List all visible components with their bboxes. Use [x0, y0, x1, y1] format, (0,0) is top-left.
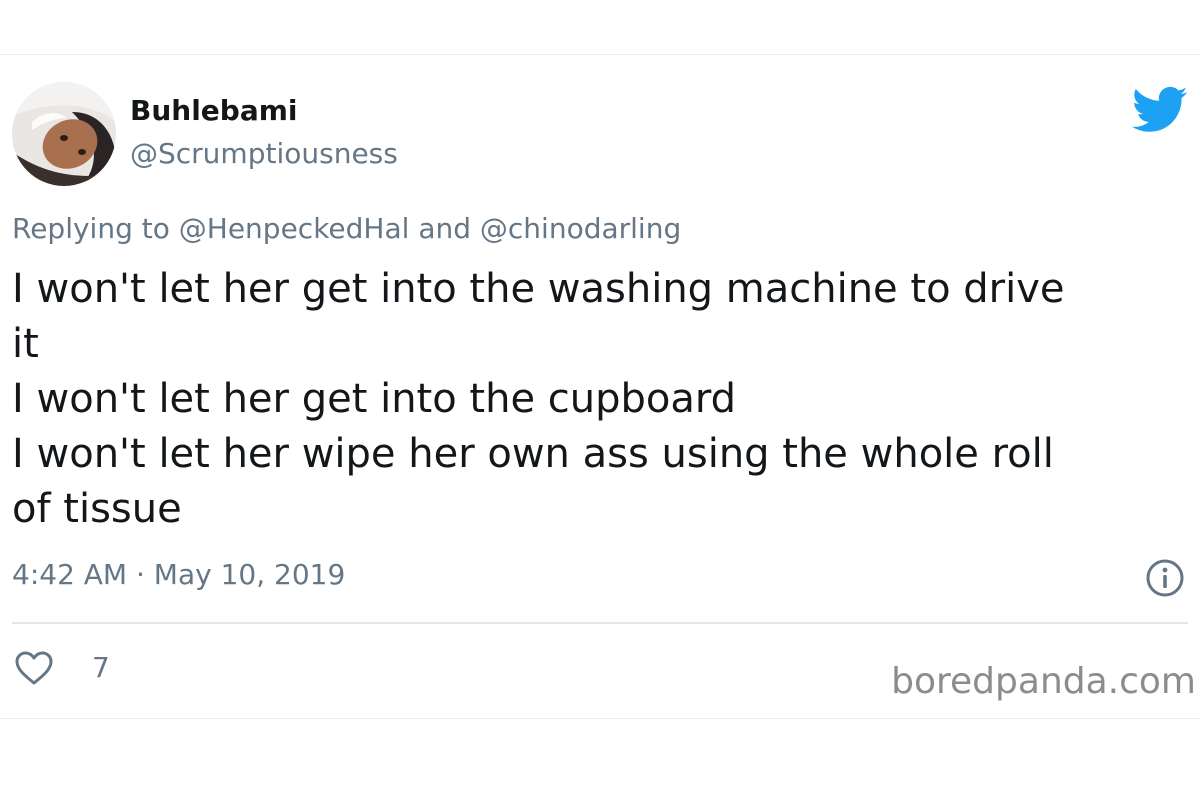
mention-link-chinodarling[interactable]: @chinodarling — [480, 212, 681, 245]
tweet-text: I won't let her get into the washing mac… — [12, 262, 1182, 537]
avatar[interactable] — [12, 82, 116, 186]
tweet-text-line: I won't let her get into the cupboard — [12, 376, 737, 422]
top-border — [0, 54, 1200, 55]
author-handle[interactable]: @Scrumptiousness — [130, 137, 398, 171]
like-button[interactable]: 7 — [14, 648, 110, 688]
mention-link-henpeckedhal[interactable]: @HenpeckedHal — [179, 212, 410, 245]
info-icon[interactable] — [1145, 558, 1185, 598]
author-display-name[interactable]: Buhlebami — [130, 94, 298, 128]
bottom-border — [0, 718, 1200, 719]
tweet-text-line: it — [12, 321, 39, 367]
action-divider — [12, 622, 1188, 624]
watermark: boredpanda.com — [891, 661, 1196, 702]
replying-to-label: Replying to — [12, 212, 170, 245]
tweet-text-line: I won't let her wipe her own ass using t… — [12, 431, 1054, 477]
tweet-text-line: I won't let her get into the washing mac… — [12, 266, 1065, 312]
tweet-timestamp[interactable]: 4:42 AM · May 10, 2019 — [12, 558, 345, 592]
avatar-image — [12, 82, 116, 186]
replying-to-line: Replying to @HenpeckedHal and @chinodarl… — [12, 212, 681, 246]
replying-to-joiner: and — [418, 212, 471, 245]
tweet-text-line: of tissue — [12, 486, 182, 532]
like-count: 7 — [92, 651, 110, 684]
heart-icon — [15, 651, 53, 685]
twitter-bird-icon[interactable] — [1132, 86, 1188, 134]
